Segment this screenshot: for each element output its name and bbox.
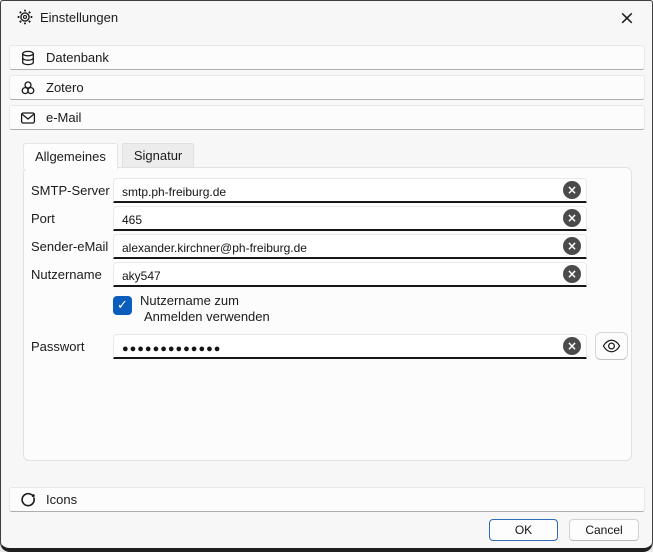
mail-icon — [20, 110, 36, 126]
smtp-server-field: × — [113, 178, 587, 203]
clear-password-button[interactable]: × — [563, 337, 581, 355]
section-label-icons: Icons — [46, 492, 77, 507]
clear-icon: × — [567, 183, 577, 197]
sender-email-input[interactable] — [114, 235, 558, 256]
section-label-email: e-Mail — [46, 110, 81, 125]
section-label-zotero: Zotero — [46, 80, 84, 95]
smtp-server-input[interactable] — [114, 179, 558, 200]
sender-email-label: Sender-eMail — [31, 239, 108, 254]
use-username-for-login-checkbox[interactable]: ✓ — [113, 296, 132, 315]
tab-signatur[interactable]: Signatur — [122, 143, 194, 168]
clear-sender-button[interactable]: × — [563, 237, 581, 255]
tab-allgemeines-label: Allgemeines — [35, 149, 106, 164]
username-field: × — [113, 262, 587, 287]
show-password-button[interactable] — [595, 332, 628, 360]
password-label: Passwort — [31, 339, 84, 354]
password-field: × — [113, 334, 587, 359]
port-label: Port — [31, 211, 55, 226]
section-header-email[interactable]: e-Mail — [9, 105, 645, 130]
title-bar: Einstellungen × — [1, 1, 652, 35]
zotero-icon — [20, 80, 36, 96]
smtp-server-label: SMTP-Server — [31, 183, 110, 198]
section-header-datenbank[interactable]: Datenbank — [9, 45, 645, 70]
cancel-button-label: Cancel — [585, 523, 622, 537]
clear-icon: × — [567, 239, 577, 253]
database-icon — [20, 50, 36, 66]
checkmark-icon: ✓ — [117, 298, 128, 313]
clear-port-button[interactable]: × — [563, 209, 581, 227]
settings-dialog: Einstellungen × Datenbank — [0, 0, 653, 552]
username-input[interactable] — [114, 263, 558, 284]
gear-icon — [17, 9, 33, 25]
section-header-icons[interactable]: Icons — [9, 487, 645, 512]
username-label: Nutzername — [31, 267, 102, 282]
email-tab-bar: Allgemeines Signatur — [23, 143, 194, 168]
use-username-for-login-label: Nutzername zum Anmelden verwenden — [140, 293, 270, 325]
section-header-zotero[interactable]: Zotero — [9, 75, 645, 100]
port-input[interactable] — [114, 207, 558, 228]
ok-button-label: OK — [515, 523, 532, 537]
refresh-icon — [20, 492, 36, 508]
password-input[interactable] — [114, 335, 558, 356]
close-icon: × — [619, 7, 635, 29]
checkbox-label-line1: Nutzername zum — [140, 293, 239, 308]
clear-username-button[interactable]: × — [563, 265, 581, 283]
eye-icon — [602, 339, 621, 353]
sender-email-field: × — [113, 234, 587, 259]
port-field: × — [113, 206, 587, 231]
clear-icon: × — [567, 267, 577, 281]
tab-allgemeines[interactable]: Allgemeines — [23, 143, 118, 169]
section-label-datenbank: Datenbank — [46, 50, 109, 65]
cancel-button[interactable]: Cancel — [569, 519, 639, 541]
close-button[interactable]: × — [610, 3, 644, 33]
tab-signatur-label: Signatur — [134, 148, 182, 163]
window-title: Einstellungen — [40, 10, 118, 25]
clear-icon: × — [567, 211, 577, 225]
clear-icon: × — [567, 339, 577, 353]
clear-smtp-button[interactable]: × — [563, 181, 581, 199]
ok-button[interactable]: OK — [489, 519, 558, 541]
checkbox-label-line2: Anmelden verwenden — [140, 309, 270, 325]
